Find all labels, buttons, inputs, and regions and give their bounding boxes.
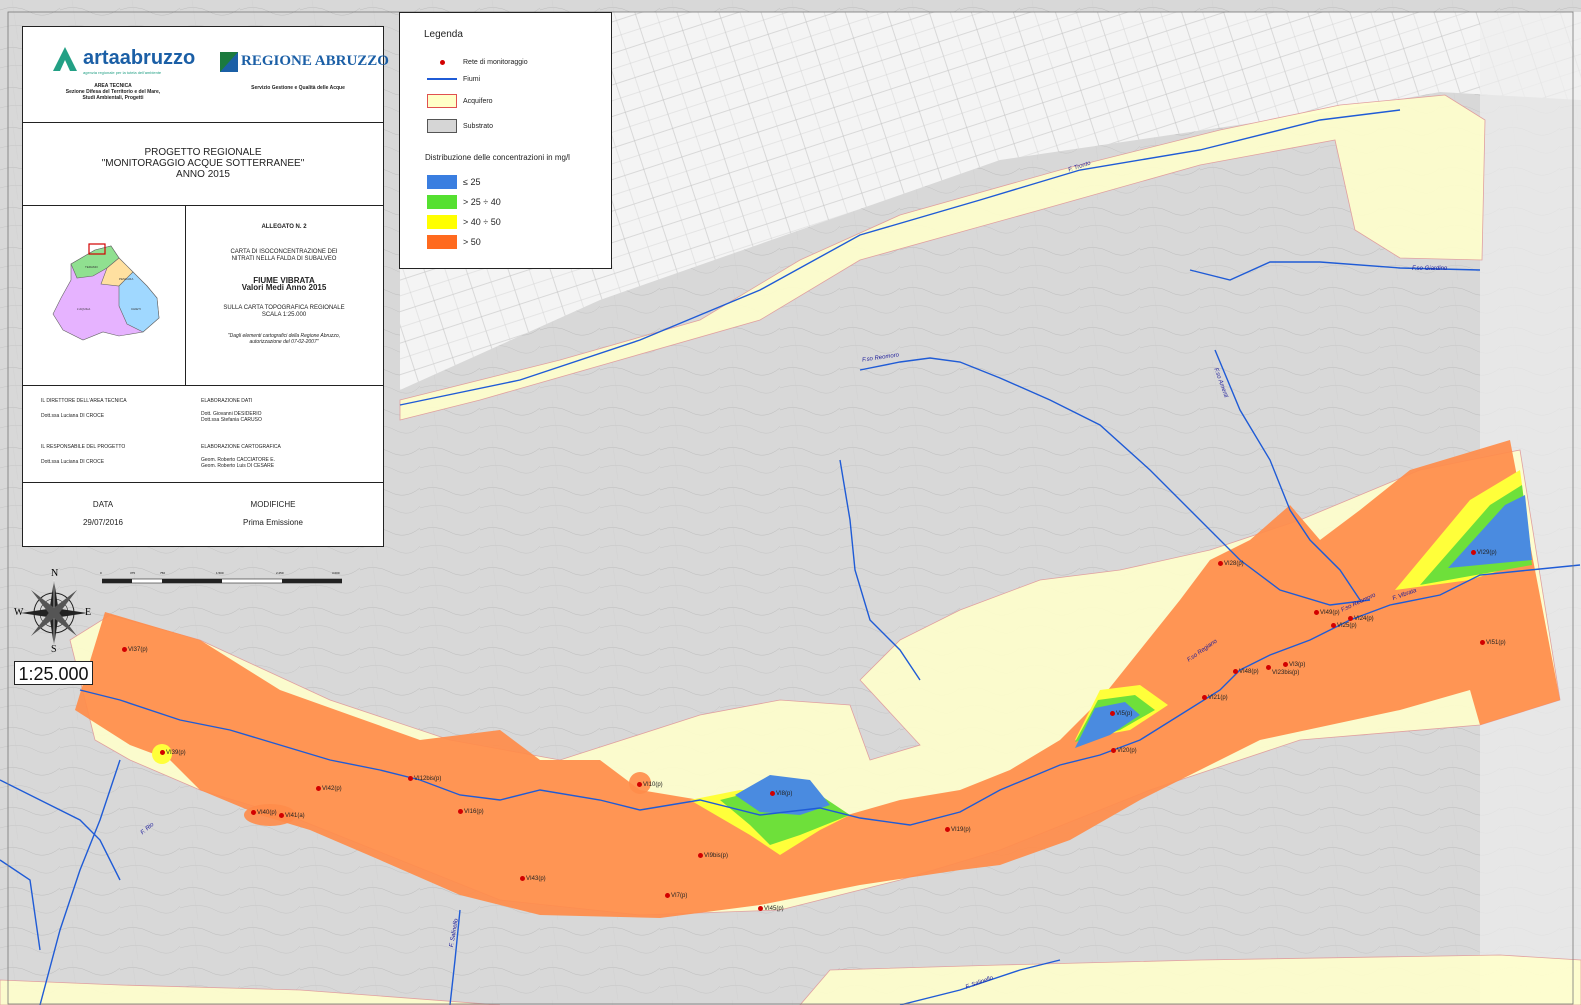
station-dot <box>1480 640 1485 645</box>
station-dot <box>122 647 127 652</box>
station-dot <box>251 810 256 815</box>
station-dot <box>408 776 413 781</box>
compass-w: W <box>14 607 24 618</box>
logos-section: artaabruzzo agenzia regionale per la tut… <box>23 27 389 123</box>
class-swatch <box>427 215 457 229</box>
station-vi24[interactable]: VI24(p) <box>1348 616 1374 622</box>
compass-rose-icon: N S E W <box>14 568 93 655</box>
compass-e: E <box>85 607 92 618</box>
river-line-icon <box>427 72 457 86</box>
distribution-title: Distribuzione delle concentrazioni in mg… <box>425 153 570 162</box>
compass-n: N <box>51 568 59 579</box>
arta-logo-icon <box>53 47 77 71</box>
area-tecnica: AREA TECNICA Sezione Difesa del Territor… <box>65 83 161 101</box>
station-vi8[interactable]: VI8(p) <box>770 791 792 797</box>
legend-panel: Legenda Rete di monitoraggio Fiumi Acqui… <box>399 12 612 269</box>
station-dot <box>945 827 950 832</box>
description-section: TERAMO PESCARA CHIETI L'AQUILA ALLEGATO … <box>23 206 383 386</box>
station-vi48[interactable]: VI48(p) <box>1233 669 1259 675</box>
station-vi19[interactable]: VI19(p) <box>945 827 971 833</box>
regione-abruzzo-logo: REGIONE ABRUZZO <box>219 51 389 78</box>
class-swatch <box>427 235 457 249</box>
station-vi16[interactable]: VI16(p) <box>458 809 484 815</box>
station-vi41[interactable]: VI41(a) <box>279 813 305 819</box>
scale-text: 1:25.000 <box>14 661 93 685</box>
aquifer-swatch <box>427 94 457 108</box>
station-dot <box>1233 669 1238 674</box>
legend-class-25-40: > 25 ÷ 40 <box>427 195 501 209</box>
station-vi7[interactable]: VI7(p) <box>665 893 687 899</box>
station-dot <box>1471 550 1476 555</box>
svg-text:PESCARA: PESCARA <box>119 277 133 281</box>
svg-text:TERAMO: TERAMO <box>85 265 99 269</box>
class-swatch <box>427 195 457 209</box>
inset-map: TERAMO PESCARA CHIETI L'AQUILA <box>23 206 186 386</box>
station-dot <box>520 876 525 881</box>
station-vi37[interactable]: VI37(p) <box>122 647 148 653</box>
substrate-swatch <box>427 119 457 133</box>
title-block: artaabruzzo agenzia regionale per la tut… <box>22 26 389 547</box>
station-vi45[interactable]: VI45(p) <box>758 906 784 912</box>
station-dot <box>1314 610 1319 615</box>
abruzzo-inset-map: TERAMO PESCARA CHIETI L'AQUILA <box>52 243 160 341</box>
station-vi10[interactable]: VI10(p) <box>637 782 663 788</box>
station-vi12bis[interactable]: VI12bis(p) <box>408 776 441 782</box>
legend-item-rivers: Fiumi <box>427 72 480 86</box>
station-vi40[interactable]: VI40(p) <box>251 810 277 816</box>
station-dot <box>698 853 703 858</box>
station-dot <box>279 813 284 818</box>
project-title: PROGETTO REGIONALE "MONITORAGGIO ACQUE S… <box>23 123 383 206</box>
station-dot <box>758 906 763 911</box>
legend-item-substrate: Substrato <box>427 119 493 133</box>
svg-text:L'AQUILA: L'AQUILA <box>77 307 90 311</box>
station-vi43[interactable]: VI43(p) <box>520 876 546 882</box>
station-vi29[interactable]: VI29(p) <box>1471 550 1497 556</box>
credits-section: IL DIRETTORE DELL'AREA TECNICA Dott.ssa … <box>23 386 383 483</box>
arta-logo: artaabruzzo agenzia regionale per la tut… <box>51 45 195 78</box>
station-vi39[interactable]: VI39(p) <box>160 750 186 756</box>
station-vi51[interactable]: VI51(p) <box>1480 640 1506 646</box>
regione-logo-icon <box>220 52 238 72</box>
allegato-description: ALLEGATO N. 2 CARTA DI ISOCONCENTRAZIONE… <box>223 224 345 345</box>
legend-item-stations: Rete di monitoraggio <box>427 55 528 69</box>
station-vi21[interactable]: VI21(p) <box>1202 695 1228 701</box>
compass-s: S <box>51 644 57 655</box>
legend-class-40-50: > 40 ÷ 50 <box>427 215 501 229</box>
river-label-giardino: F.so Giardino <box>1412 266 1448 272</box>
station-vi9bis[interactable]: VI9bis(p) <box>698 853 728 859</box>
svg-text:CHIETI: CHIETI <box>131 307 141 311</box>
station-dot <box>770 791 775 796</box>
legend-title: Legenda <box>424 29 463 40</box>
legend-class-le25: ≤ 25 <box>427 175 480 189</box>
station-dot <box>1111 748 1116 753</box>
station-dot-icon <box>427 55 457 69</box>
station-dot <box>1218 561 1223 566</box>
legend-class-gt50: > 50 <box>427 235 481 249</box>
station-dot <box>1202 695 1207 700</box>
station-vi28[interactable]: VI28(p) <box>1218 561 1244 567</box>
date-section: DATA 29/07/2016 MODIFICHE Prima Emission… <box>82 500 303 527</box>
station-vi20[interactable]: VI20(p) <box>1111 748 1137 754</box>
station-vi42[interactable]: VI42(p) <box>316 786 342 792</box>
station-vi49[interactable]: VI49(p) <box>1314 610 1340 616</box>
station-dot <box>160 750 165 755</box>
station-dot <box>1348 616 1353 621</box>
station-vi23bis[interactable]: VI23bis(p) <box>1266 665 1299 676</box>
station-dot <box>316 786 321 791</box>
station-vi5[interactable]: VI5(p) <box>1110 711 1132 717</box>
legend-item-aquifer: Acquifero <box>427 94 493 108</box>
station-dot <box>1110 711 1115 716</box>
station-dot <box>1266 665 1271 670</box>
station-dot <box>458 809 463 814</box>
station-dot <box>637 782 642 787</box>
scale-bar: 0 375 750 1.500 2.250 3.000 <box>100 571 342 584</box>
class-swatch <box>427 175 457 189</box>
servizio: Servizio Gestione e Qualità delle Acque <box>251 85 345 91</box>
station-dot <box>1331 623 1336 628</box>
station-vi25[interactable]: VI25(p) <box>1331 623 1357 629</box>
station-dot <box>665 893 670 898</box>
